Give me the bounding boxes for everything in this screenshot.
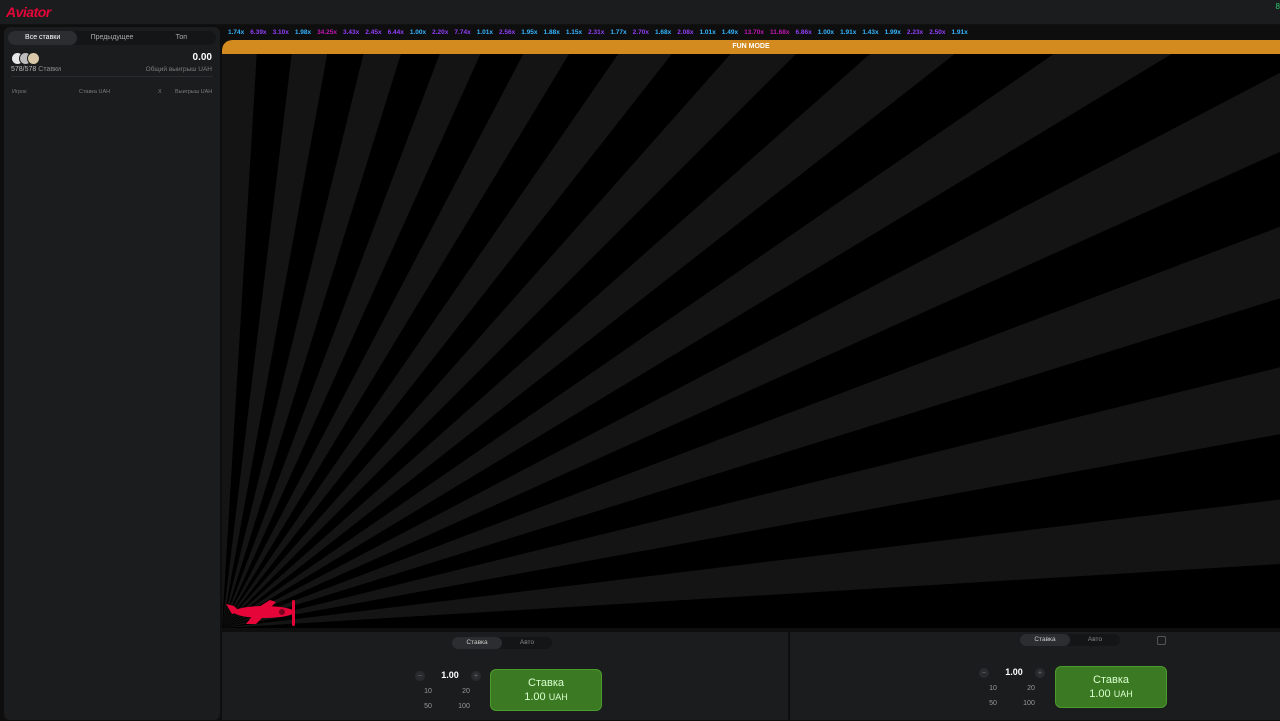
column-win: Выигрыш UAH [175,89,213,95]
switch-auto[interactable]: Авто [502,637,552,649]
bets-count-label: Ставки [38,66,62,73]
aviator-logo[interactable]: Aviator [6,4,51,20]
history-multiplier: 2.08x [677,28,694,36]
history-multiplier: 2.70x [632,28,649,36]
history-multiplier: 1.49x [721,28,739,36]
history-multiplier: 2.23x [906,28,924,36]
bet-panel-1: Ставка Авто − 1.00 + 10 20 50 100 Ставка… [222,632,788,720]
history-multiplier: 1.91x [951,28,968,36]
place-bet-button[interactable]: Ставка 1.00 UAH [490,669,602,711]
quick-stake-50[interactable]: 50 [986,700,1000,707]
bet-button-label: Ставка [1093,674,1129,686]
switch-bet[interactable]: Ставка [1020,634,1070,646]
column-player: Игрок [12,89,27,95]
quick-stake-50[interactable]: 50 [421,703,435,710]
avatar [27,52,40,65]
history-multiplier: 1.99x [884,28,901,36]
bet-button-label: Ставка [528,677,564,689]
remove-panel-button[interactable] [1157,636,1166,645]
history-multiplier: 2.20x [432,28,449,36]
history-multiplier: 1.15x [565,28,583,36]
bet-button-currency: UAH [548,692,568,702]
history-multiplier: 2.45x [365,28,382,36]
place-bet-button[interactable]: Ставка 1.00 UAH [1055,666,1167,708]
history-multiplier: 6.44x [387,28,404,36]
stake-input[interactable]: 1.00 [435,670,465,680]
tab-top[interactable]: Топ [147,31,216,45]
column-multiplier: X [158,89,162,95]
bets-panel: Все ставки Предыдущее Топ 578/578 Ставки… [4,27,220,720]
stake-control: − 1.00 + 10 20 50 100 [979,667,1049,718]
history-multiplier: 2.31x [588,28,605,36]
bets-count-value: 578/578 [11,66,37,73]
switch-bet[interactable]: Ставка [452,637,502,649]
bet-button-amount-line: 1.00 UAH [1056,687,1166,701]
history-multiplier: 7.74x [454,28,471,36]
history-multiplier: 34.25x [317,28,338,36]
bet-button-amount-line: 1.00 UAH [491,690,601,704]
multiplier-history[interactable]: 1.74x 6.39x 3.10x 1.98x 34.25x 3.43x 2.45x 6.44… [228,26,1278,38]
switch-auto[interactable]: Авто [1070,634,1120,646]
history-multiplier: 1.88x [543,28,560,36]
history-multiplier: 6.86x [795,28,812,36]
quick-stake-10[interactable]: 10 [421,688,435,695]
total-win-label: Общий выигрыш UAH [145,66,212,73]
quick-stake-10[interactable]: 10 [986,685,1000,692]
quick-stake-100[interactable]: 100 [1022,700,1036,707]
bet-mode-switch: Ставка Авто [1020,634,1120,646]
history-multiplier: 1.43x [862,28,879,36]
history-multiplier: 11.68x [769,28,790,36]
history-multiplier: 1.91x [840,28,857,36]
bet-button-amount: 1.00 [524,691,546,703]
history-multiplier: 1.00x [409,28,427,36]
quick-stake-20[interactable]: 20 [1024,685,1038,692]
history-multiplier: 6.39x [250,28,267,36]
stake-control: − 1.00 + 10 20 50 100 [415,670,485,721]
increase-button[interactable]: + [471,671,481,681]
history-multiplier: 1.98x [294,28,312,36]
corner-value: 8 [1275,2,1280,11]
history-multiplier: 1.77x [610,28,627,36]
bet-button-amount: 1.00 [1089,688,1111,700]
sunburst-background [222,54,1280,628]
history-multiplier: 13.70x [744,28,764,36]
tab-previous[interactable]: Предыдущее [77,31,146,45]
history-multiplier: 1.68x [654,28,672,36]
column-bet: Ставка UAH [79,89,111,95]
bet-mode-switch: Ставка Авто [452,637,552,649]
game-canvas: FUN MODE [222,40,1280,628]
quick-stake-100[interactable]: 100 [457,703,471,710]
history-multiplier: 2.56x [498,28,516,36]
history-multiplier: 3.10x [272,28,289,36]
bets-count: 578/578 Ставки [11,66,61,73]
history-multiplier: 3.43x [343,28,360,36]
history-multiplier: 1.01x [699,28,716,36]
decrease-button[interactable]: − [415,671,425,681]
decrease-button[interactable]: − [979,668,989,678]
total-win-value: 0.00 [192,52,212,63]
history-multiplier: 2.50x [929,28,946,36]
history-multiplier: 1.95x [521,28,538,36]
players-avatars [11,52,43,65]
history-multiplier: 1.00x [817,28,835,36]
stake-input[interactable]: 1.00 [999,667,1029,677]
quick-stake-20[interactable]: 20 [459,688,473,695]
divider [11,76,213,77]
history-multiplier: 1.74x [228,28,245,36]
increase-button[interactable]: + [1035,668,1045,678]
top-bar: Aviator 8 [0,0,1280,25]
bet-panel-2: Ставка Авто − 1.00 + 10 20 50 100 Ставка… [790,632,1280,720]
bet-button-currency: UAH [1113,689,1133,699]
airplane-icon [226,600,295,626]
tab-all-bets[interactable]: Все ставки [8,31,78,45]
history-multiplier: 1.01x [476,28,493,36]
bets-tabs: Все ставки Предыдущее Топ [8,31,216,45]
fun-mode-banner: FUN MODE [222,40,1280,54]
